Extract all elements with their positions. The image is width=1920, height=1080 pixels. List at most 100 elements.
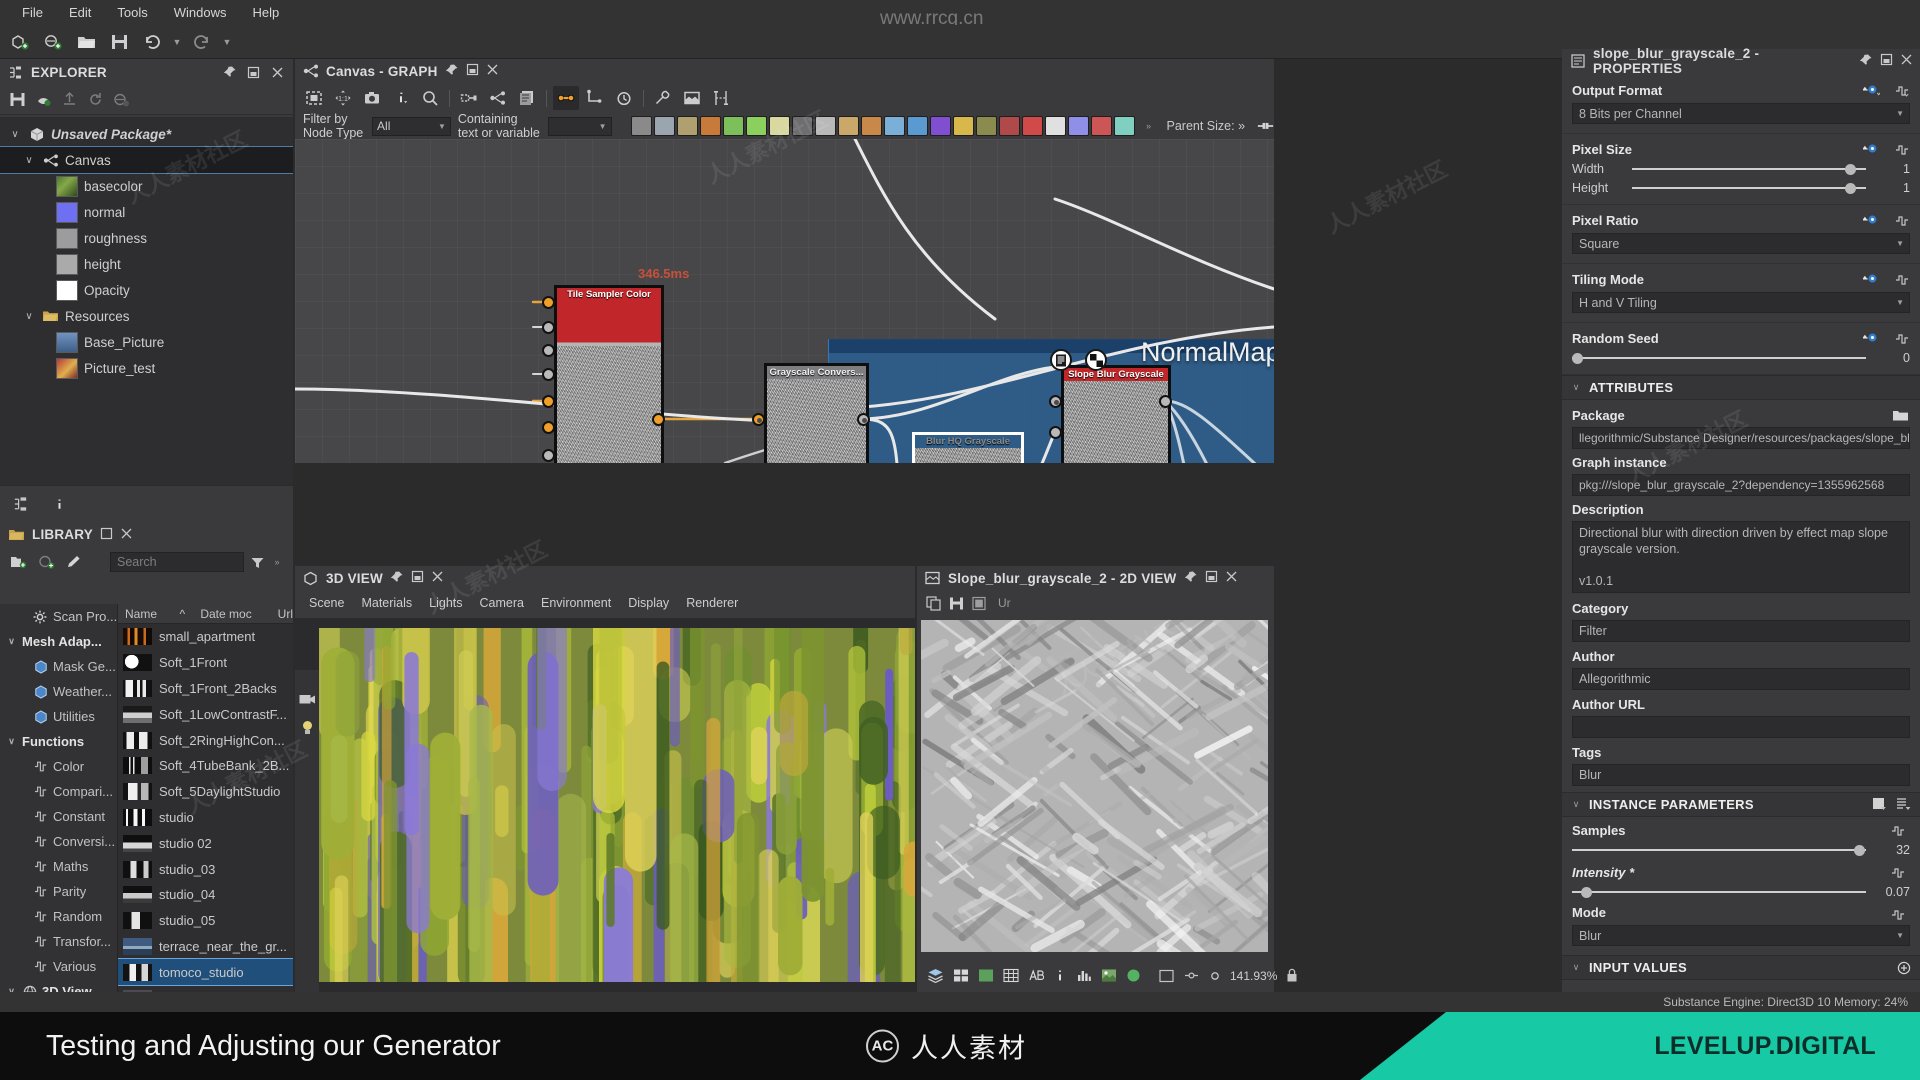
- node-port[interactable]: [541, 343, 555, 357]
- explorer-item-unsaved-package-[interactable]: ∨ Unsaved Package*: [0, 121, 293, 147]
- menu-item-windows[interactable]: Windows: [162, 2, 239, 23]
- copy-icon[interactable]: [925, 595, 942, 611]
- ab-compare-icon[interactable]: [1028, 969, 1044, 983]
- toolbar-overflow-icon[interactable]: »: [1143, 121, 1155, 131]
- grid-icon[interactable]: [953, 969, 969, 983]
- expand-arrow-icon[interactable]: ∨: [22, 155, 36, 166]
- expand-arrow-icon[interactable]: ∨: [22, 311, 36, 322]
- graph-node-tile-sampler[interactable]: Tile Sampler Color: [554, 285, 664, 463]
- node-type-swatch-10[interactable]: [860, 116, 882, 136]
- node-port[interactable]: [651, 412, 665, 426]
- node-type-swatch-15[interactable]: [975, 116, 997, 136]
- node-port[interactable]: [541, 448, 555, 462]
- node-type-swatch-14[interactable]: [952, 116, 974, 136]
- explorer-item-resources[interactable]: ∨ Resources: [0, 303, 293, 329]
- frame-icon[interactable]: [708, 86, 734, 110]
- expose-parameter-icon[interactable]: [1863, 331, 1880, 345]
- graph-icon[interactable]: [485, 86, 511, 110]
- library-category-utilities[interactable]: Utilities: [0, 704, 117, 729]
- expose-parameter-icon[interactable]: [1863, 213, 1880, 227]
- tags-value[interactable]: Blur: [1572, 764, 1910, 786]
- redo-dropdown-icon[interactable]: ▼: [221, 37, 233, 47]
- pin-icon[interactable]: [445, 63, 459, 80]
- light-icon[interactable]: [299, 720, 316, 734]
- library-category-maths[interactable]: Maths: [0, 854, 117, 879]
- param-value[interactable]: 0.07: [1874, 885, 1910, 899]
- function-graph-icon[interactable]: [1889, 907, 1906, 921]
- menu-item-tools[interactable]: Tools: [105, 2, 159, 23]
- parent-size-label[interactable]: Parent Size: »: [1167, 119, 1246, 133]
- library-list-item[interactable]: Soft_1Front: [118, 650, 293, 676]
- publish-icon[interactable]: [35, 93, 52, 107]
- node-port[interactable]: [541, 420, 555, 434]
- view3d-menu-camera[interactable]: Camera: [480, 596, 524, 610]
- view3d-menu-display[interactable]: Display: [628, 596, 669, 610]
- function-graph-icon[interactable]: [1893, 213, 1910, 227]
- histogram-icon[interactable]: [1076, 969, 1092, 983]
- random-seed-slider[interactable]: [1572, 351, 1866, 365]
- maximize-icon[interactable]: [1205, 570, 1218, 586]
- function-graph-icon[interactable]: [1889, 823, 1906, 837]
- library-category-weather-[interactable]: Weather...: [0, 679, 117, 704]
- node-type-swatch-0[interactable]: [630, 116, 652, 136]
- node-type-swatch-12[interactable]: [906, 116, 928, 136]
- explorer-item-height[interactable]: height: [0, 251, 293, 277]
- image-icon[interactable]: [1101, 969, 1117, 983]
- library-list-item[interactable]: studio: [118, 805, 293, 831]
- graph-instance-value[interactable]: pkg:///slope_blur_grayscale_2?dependency…: [1572, 474, 1910, 496]
- node-port[interactable]: [856, 412, 870, 426]
- library-list-item[interactable]: Soft_5DaylightStudio: [118, 779, 293, 805]
- node-type-swatch-2[interactable]: [676, 116, 698, 136]
- function-graph-icon[interactable]: [1893, 331, 1910, 345]
- refresh-icon[interactable]: [87, 93, 104, 107]
- node-type-swatch-18[interactable]: [1044, 116, 1066, 136]
- node-type-swatch-20[interactable]: [1090, 116, 1112, 136]
- library-list-item[interactable]: Soft_2RingHighCon...: [118, 727, 293, 753]
- dot-icon[interactable]: [1209, 969, 1221, 983]
- library-category-conversi-[interactable]: Conversi...: [0, 829, 117, 854]
- library-category-constant[interactable]: Constant: [0, 804, 117, 829]
- node-port[interactable]: [541, 367, 555, 381]
- library-list-item[interactable]: terrace_near_the_gr...: [118, 934, 293, 960]
- input-values-section-header[interactable]: ∨ INPUT VALUES: [1562, 955, 1920, 980]
- author-value[interactable]: Allegorithmic: [1572, 668, 1910, 690]
- close-icon[interactable]: [431, 570, 444, 586]
- library-category-tree[interactable]: Scan Pro... ∨ Mesh Adap... Mask Ge... Weathe…: [0, 604, 118, 992]
- random-seed-value[interactable]: 0: [1874, 351, 1910, 365]
- node-port[interactable]: [1158, 394, 1172, 408]
- save-icon[interactable]: [9, 93, 26, 107]
- preview-icon[interactable]: [679, 86, 705, 110]
- library-category-color[interactable]: Color: [0, 754, 117, 779]
- explorer-tree[interactable]: ∨ Unsaved Package* ∨ Canvas basecolor normal r…: [0, 117, 293, 492]
- graph-canvas[interactable]: NormalMap Tile Sampler Color2048x2048 - …: [295, 139, 1274, 463]
- pin-icon[interactable]: [221, 64, 238, 81]
- new-package-icon[interactable]: [6, 29, 34, 55]
- function-graph-icon[interactable]: [1893, 142, 1910, 156]
- column-name[interactable]: Name: [118, 607, 179, 621]
- document-icon[interactable]: [1050, 349, 1072, 371]
- node-port[interactable]: [541, 394, 555, 408]
- circle-icon[interactable]: [1126, 969, 1141, 983]
- pixel-ratio-combo[interactable]: Square ▼: [1572, 233, 1910, 254]
- node-type-swatch-21[interactable]: [1113, 116, 1135, 136]
- pin-icon[interactable]: [1184, 570, 1198, 587]
- library-category-parity[interactable]: Parity: [0, 879, 117, 904]
- node-type-swatch-11[interactable]: [883, 116, 905, 136]
- explorer-item-opacity[interactable]: Opacity: [0, 277, 293, 303]
- explorer-item-base-picture[interactable]: Base_Picture: [0, 329, 293, 355]
- library-category-mask-ge-[interactable]: Mask Ge...: [0, 654, 117, 679]
- expose-parameter-icon[interactable]: [1863, 142, 1880, 156]
- fit-view-icon[interactable]: [301, 86, 327, 110]
- containing-text-combo[interactable]: ▼: [548, 116, 612, 136]
- node-type-swatch-6[interactable]: [768, 116, 790, 136]
- view3d-menu-lights[interactable]: Lights: [429, 596, 462, 610]
- pin-icon[interactable]: [390, 570, 404, 587]
- node-port[interactable]: [1048, 394, 1062, 408]
- explorer-item-basecolor[interactable]: basecolor: [0, 173, 293, 199]
- library-category-various[interactable]: Various: [0, 954, 117, 979]
- lock-icon[interactable]: [1286, 968, 1298, 983]
- menu-item-edit[interactable]: Edit: [57, 2, 103, 23]
- edit-icon[interactable]: [66, 555, 83, 569]
- node-port[interactable]: [751, 412, 765, 426]
- library-category-transfor-[interactable]: Transfor...: [0, 929, 117, 954]
